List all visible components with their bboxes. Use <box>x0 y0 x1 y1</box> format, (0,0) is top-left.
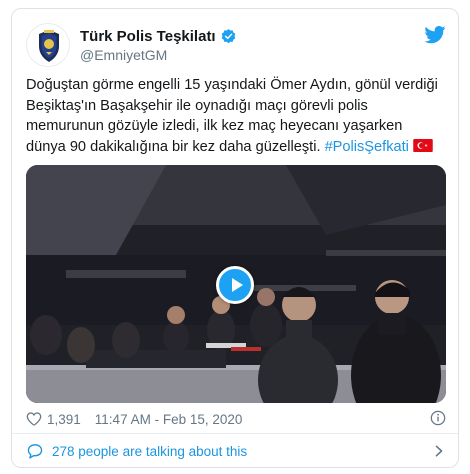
turkey-flag-icon <box>413 138 433 152</box>
account-display-name[interactable]: Türk Polis Teşkilatı <box>80 28 216 45</box>
tweet-header: Türk Polis Teşkilatı @EmniyetGM <box>26 23 446 67</box>
video-player[interactable] <box>26 165 446 403</box>
account-handle[interactable]: @EmniyetGM <box>80 47 167 63</box>
like-count[interactable]: 1,391 <box>47 412 81 427</box>
police-badge-icon <box>39 30 59 62</box>
conversation-link[interactable]: 278 people are talking about this <box>26 437 446 465</box>
tweet-meta: 1,391 11:47 AM - Feb 15, 2020 <box>26 407 446 431</box>
tweet-timestamp[interactable]: 11:47 AM - Feb 15, 2020 <box>95 412 243 427</box>
play-button[interactable] <box>216 266 254 304</box>
heart-icon[interactable] <box>26 411 42 427</box>
divider <box>12 433 458 434</box>
tweet-text: Doğuştan görme engelli 15 yaşındaki Ömer… <box>26 75 446 157</box>
conversation-count-label[interactable]: 278 people are talking about this <box>52 444 247 459</box>
play-icon <box>232 278 243 292</box>
speech-bubble-icon <box>27 444 43 459</box>
chevron-right-icon <box>435 445 443 457</box>
verified-badge-icon <box>221 28 235 43</box>
twitter-bird-icon[interactable] <box>424 25 446 45</box>
account-avatar[interactable] <box>26 23 70 67</box>
hashtag-link[interactable]: #PolisŞefkati <box>325 139 409 155</box>
tweet-card[interactable]: Türk Polis Teşkilatı @EmniyetGM Doğuştan… <box>11 8 459 468</box>
info-icon[interactable] <box>430 410 446 426</box>
